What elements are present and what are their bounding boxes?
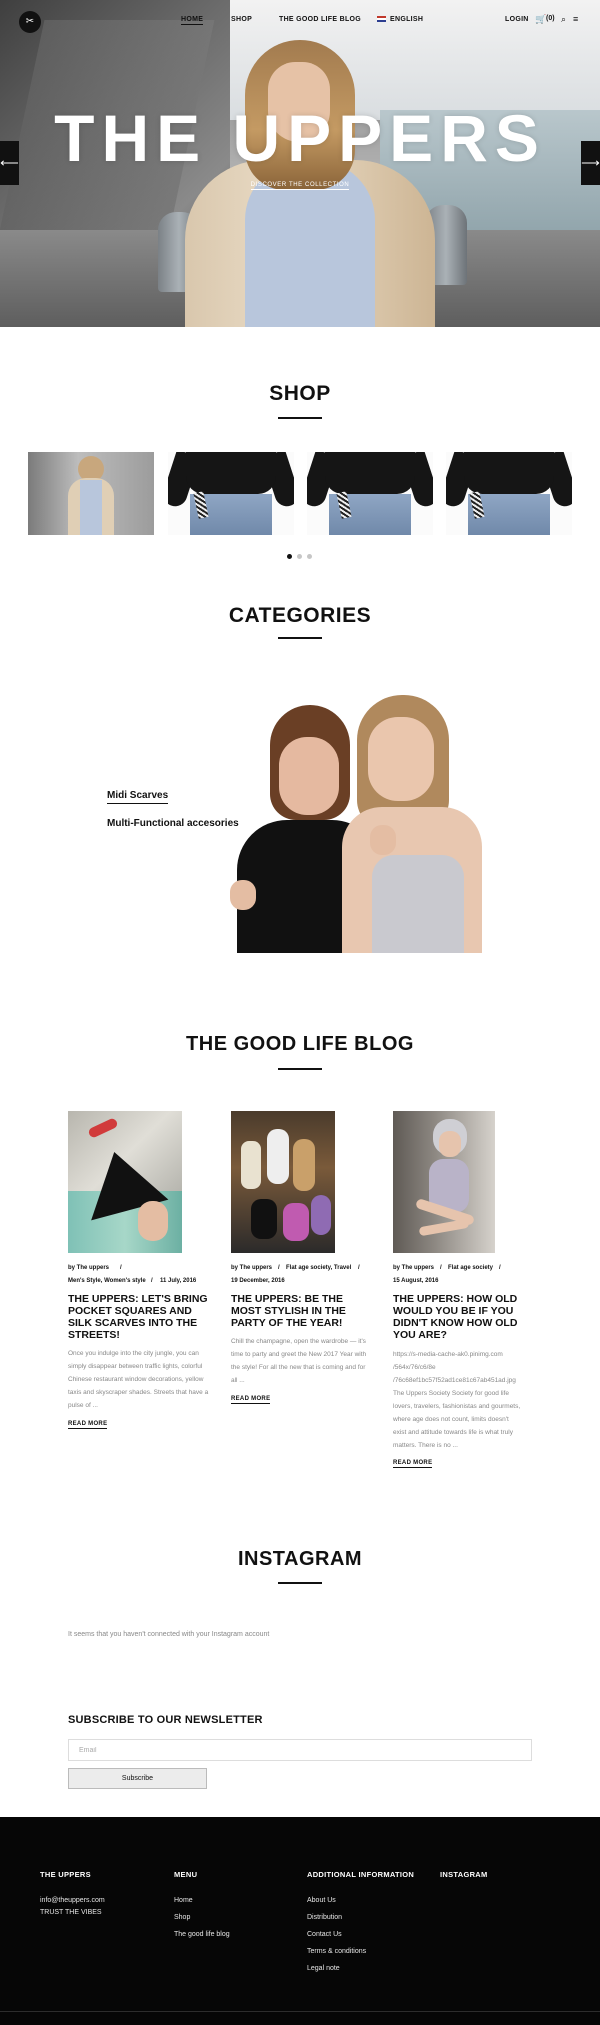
arrow-right-icon[interactable]: ⟶ (581, 141, 600, 185)
blog-post-excerpt: Once you indulge into the city jungle, y… (68, 1350, 209, 1409)
blog-post-image[interactable] (393, 1111, 495, 1253)
instagram-title-underline (278, 1582, 322, 1584)
footer-link-shop[interactable]: Shop (174, 1914, 190, 1921)
footer-link-blog[interactable]: The good life blog (174, 1931, 230, 1938)
blog-post-excerpt: https://s-media-cache-ak0.pinimg.com /56… (393, 1348, 543, 1452)
search-icon[interactable]: ⌕ (561, 14, 566, 25)
categories-title-underline (278, 637, 322, 639)
excerpt-line: exist and attitude towards life is what … (393, 1429, 513, 1436)
site-footer: THE UPPERS info@theuppers.com TRUST THE … (0, 1817, 600, 2025)
blog-post-title[interactable]: THE UPPERS: LET'S BRING POCKET SQUARES A… (68, 1293, 208, 1341)
blog-post-author[interactable]: by The uppers (68, 1262, 109, 1275)
meta-separator: / (120, 1265, 122, 1271)
nav-blog[interactable]: THE GOOD LIFE BLOG (279, 16, 361, 23)
product-image[interactable] (168, 452, 294, 535)
product-image[interactable] (446, 452, 572, 535)
category-link-midi-scarves[interactable]: Midi Scarves (107, 790, 169, 804)
blog-post-date: 15 August, 2016 (393, 1278, 439, 1284)
language-selector[interactable]: ENGLISH (377, 16, 423, 23)
footer-tagline: TRUST THE VIBES (40, 1909, 102, 1916)
footer-brand-title: THE UPPERS (40, 1870, 91, 1879)
product-image[interactable] (307, 452, 433, 535)
carousel-dot[interactable] (307, 554, 312, 559)
blog-post-categories[interactable]: Flat age society (448, 1262, 493, 1275)
footer-divider (0, 2011, 600, 2012)
footer-link-terms[interactable]: Terms & conditions (307, 1948, 366, 1955)
read-more-link[interactable]: READ MORE (68, 1421, 108, 1429)
excerpt-line: matters. There is no ... (393, 1442, 458, 1449)
scissors-logo-icon[interactable]: ✂ (19, 11, 41, 33)
categories-photo (222, 695, 577, 953)
meta-separator: / (440, 1265, 442, 1271)
meta-separator: / (358, 1265, 360, 1271)
blog-post-image[interactable] (68, 1111, 182, 1253)
footer-email-link[interactable]: info@theuppers.com (40, 1897, 105, 1904)
hero-title: THE UPPERS (54, 101, 546, 175)
footer-link-contact[interactable]: Contact Us (307, 1931, 342, 1938)
blog-post-author[interactable]: by The uppers (393, 1262, 434, 1275)
login-link[interactable]: LOGIN (505, 16, 529, 23)
categories-title: CATEGORIES (228, 604, 372, 627)
footer-link-distribution[interactable]: Distribution (307, 1914, 342, 1921)
arrow-left-icon[interactable]: ⟵ (0, 141, 19, 185)
nav-shop[interactable]: SHOP (231, 16, 252, 23)
blog-post-image[interactable] (231, 1111, 335, 1253)
excerpt-line: where age does not count, limits doesn't (393, 1416, 509, 1423)
language-label: ENGLISH (390, 16, 424, 23)
excerpt-line: /76c68ef1bc57f52ad1ce81c67ab451ad.jpg (393, 1377, 516, 1384)
excerpt-line: /564x/76/c6/8e (393, 1364, 436, 1371)
footer-menu-title: MENU (174, 1870, 198, 1879)
hamburger-menu-icon[interactable]: ≡ (573, 14, 578, 24)
product-image[interactable] (28, 452, 154, 535)
hero-slider: ✂ HOME SHOP THE GOOD LIFE BLOG ENGLISH L… (0, 0, 600, 327)
blog-title-underline (278, 1068, 322, 1070)
category-link-multi-functional[interactable]: Multi-Functional accesories (107, 818, 239, 829)
instagram-title: INSTAGRAM (237, 1548, 363, 1570)
excerpt-line: lovers, travelers, fashionistas and gour… (393, 1403, 521, 1410)
meta-separator: / (151, 1278, 153, 1284)
nav-home[interactable]: HOME (181, 16, 204, 25)
main-navigation: ✂ HOME SHOP THE GOOD LIFE BLOG ENGLISH L… (0, 0, 600, 44)
blog-post-author[interactable]: by The uppers (231, 1262, 272, 1275)
blog-post-categories[interactable]: Men's Style, Women's style (68, 1275, 146, 1288)
carousel-dot[interactable] (287, 554, 292, 559)
excerpt-line: https://s-media-cache-ak0.pinimg.com (393, 1351, 503, 1358)
footer-link-about[interactable]: About Us (307, 1897, 336, 1904)
cart-icon[interactable]: 🛒 (535, 14, 546, 25)
blog-title: THE GOOD LIFE BLOG (186, 1033, 414, 1055)
cart-count: (0) (546, 15, 555, 22)
instagram-connect-note: It seems that you haven't connected with… (68, 1631, 270, 1638)
blog-post-categories[interactable]: Flat age society, Travel (286, 1262, 351, 1275)
shop-title-underline (278, 417, 322, 419)
blog-post-date: 19 December, 2016 (231, 1278, 285, 1284)
footer-info-title: ADDITIONAL INFORMATION (307, 1870, 415, 1879)
meta-separator: / (278, 1265, 280, 1271)
blog-post-date: 11 July, 2016 (160, 1278, 197, 1284)
footer-link-legal[interactable]: Legal note (307, 1965, 340, 1972)
newsletter-title: SUBSCRIBE TO OUR NEWSLETTER (68, 1714, 263, 1726)
read-more-link[interactable]: READ MORE (231, 1396, 271, 1404)
uk-flag-icon (377, 16, 386, 23)
meta-separator: / (499, 1265, 501, 1271)
discover-collection-link[interactable]: DISCOVER THE COLLECTION (0, 182, 600, 190)
blog-post-title[interactable]: THE UPPERS: BE THE MOST STYLISH IN THE P… (231, 1293, 375, 1329)
carousel-dot[interactable] (297, 554, 302, 559)
email-field[interactable] (68, 1739, 532, 1761)
blog-post-excerpt: Chill the champagne, open the wardrobe —… (231, 1338, 367, 1384)
footer-link-home[interactable]: Home (174, 1897, 193, 1904)
excerpt-line: The Uppers Society Society for good life (393, 1390, 509, 1397)
blog-post-title[interactable]: THE UPPERS: HOW OLD WOULD YOU BE IF YOU … (393, 1293, 533, 1341)
footer-instagram-title: INSTAGRAM (440, 1870, 488, 1879)
shop-title: SHOP (269, 382, 331, 405)
read-more-link[interactable]: READ MORE (393, 1460, 433, 1468)
subscribe-button[interactable]: Subscribe (68, 1768, 207, 1789)
